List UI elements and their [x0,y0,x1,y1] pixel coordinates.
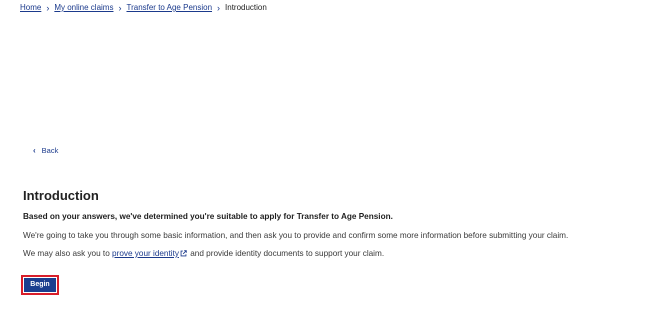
eligibility-statement: Based on your answers, we've determined … [23,212,393,221]
identity-paragraph-prefix: We may also ask you to [23,249,113,258]
identity-paragraph-suffix: and provide identity documents to suppor… [187,249,385,258]
breadcrumb-transfer-link[interactable]: Transfer to Age Pension [126,3,212,13]
intro-paragraph: We're going to take you through some bas… [23,231,569,240]
breadcrumb: Home › My online claims › Transfer to Ag… [20,3,267,13]
prove-identity-link-label: prove your identity [112,249,179,258]
begin-button-focus-ring: Begin [21,275,59,295]
breadcrumb-home-link[interactable]: Home [20,3,41,13]
breadcrumb-my-online-claims-link[interactable]: My online claims [54,3,113,13]
breadcrumb-current: Introduction [225,3,267,12]
breadcrumb-separator-icon: › [46,3,50,13]
page: Home › My online claims › Transfer to Ag… [0,0,650,313]
back-link[interactable]: ‹ Back [33,146,58,156]
page-title: Introduction [23,188,99,203]
external-link-icon [180,250,187,257]
prove-identity-link[interactable]: prove your identity [112,249,188,258]
breadcrumb-separator-icon: › [118,3,122,13]
breadcrumb-separator-icon: › [217,3,221,13]
chevron-left-icon: ‹ [33,146,36,155]
back-label: Back [41,146,59,155]
identity-paragraph: We may also ask you to prove your identi… [23,249,384,259]
begin-button[interactable]: Begin [24,278,56,292]
